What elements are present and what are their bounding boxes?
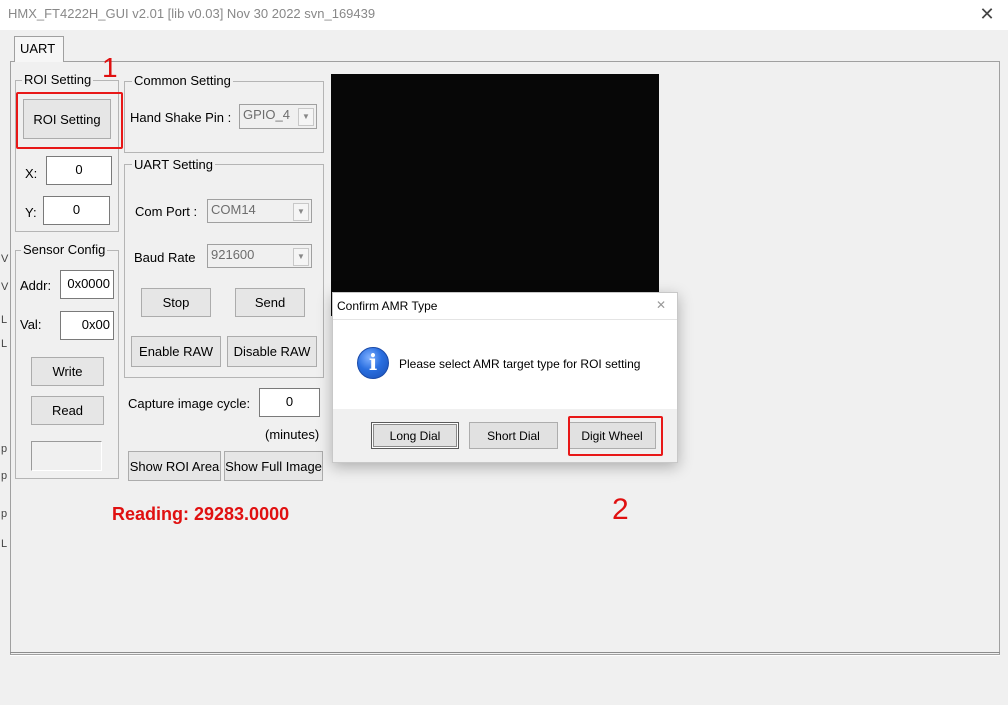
baud-rate-select[interactable]: 921600 ▼: [207, 244, 312, 268]
annotation-step-1: 1: [102, 52, 118, 83]
close-icon: ✕: [655, 298, 667, 312]
roi-y-input[interactable]: 0: [43, 196, 110, 225]
edge-mark: V: [1, 253, 9, 265]
short-dial-button[interactable]: Short Dial: [469, 422, 558, 449]
edge-mark: L: [1, 538, 8, 550]
com-port-label: Com Port :: [135, 204, 198, 219]
val-label: Val:: [20, 317, 42, 332]
image-preview: [331, 74, 659, 316]
common-setting-group-label: Common Setting: [132, 73, 233, 88]
addr-input[interactable]: 0x0000: [60, 270, 114, 299]
read-button[interactable]: Read: [31, 396, 104, 425]
val-input[interactable]: 0x00: [60, 311, 114, 340]
baud-rate-value: 921600: [211, 247, 255, 262]
baud-rate-label: Baud Rate: [134, 250, 196, 265]
chevron-down-icon: ▼: [298, 108, 314, 126]
edge-mark: p: [1, 508, 8, 520]
hand-shake-pin-label: Hand Shake Pin :: [130, 110, 232, 125]
info-icon: i: [357, 347, 389, 379]
window-close-button[interactable]: ✕: [974, 3, 1000, 25]
bottom-divider: [10, 652, 1000, 656]
send-button[interactable]: Send: [235, 288, 305, 317]
close-icon: ✕: [979, 4, 995, 24]
dialog-title: Confirm AMR Type: [337, 299, 438, 313]
dialog-message: Please select AMR target type for ROI se…: [399, 357, 641, 371]
addr-label: Addr:: [20, 278, 52, 293]
dialog-close-button[interactable]: ✕: [652, 295, 670, 315]
roi-x-label: X:: [25, 166, 38, 181]
tab-uart[interactable]: UART: [14, 36, 64, 62]
chevron-down-icon: ▼: [293, 203, 309, 221]
roi-setting-group-label: ROI Setting: [22, 72, 94, 87]
edge-mark: L: [1, 314, 8, 326]
edge-mark: p: [1, 470, 8, 482]
long-dial-button[interactable]: Long Dial: [371, 422, 459, 449]
com-port-value: COM14: [211, 202, 256, 217]
show-roi-area-button[interactable]: Show ROI Area: [128, 451, 221, 481]
annotation-step-2: 2: [612, 493, 629, 526]
edge-mark: L: [1, 338, 8, 350]
hand-shake-pin-select[interactable]: GPIO_4 ▼: [239, 104, 317, 129]
write-button[interactable]: Write: [31, 357, 104, 386]
stop-button[interactable]: Stop: [141, 288, 211, 317]
uart-setting-group-label: UART Setting: [132, 157, 216, 172]
capture-cycle-input[interactable]: 0: [259, 388, 320, 417]
capture-cycle-unit: (minutes): [265, 427, 320, 442]
com-port-select[interactable]: COM14 ▼: [207, 199, 312, 223]
hand-shake-pin-value: GPIO_4: [243, 107, 290, 122]
reading-value: Reading: 29283.0000: [112, 504, 290, 524]
disable-raw-button[interactable]: Disable RAW: [227, 336, 317, 367]
chevron-down-icon: ▼: [293, 248, 309, 266]
enable-raw-button[interactable]: Enable RAW: [131, 336, 221, 367]
sensor-config-group-label: Sensor Config: [21, 242, 108, 257]
roi-setting-button[interactable]: ROI Setting: [23, 99, 111, 139]
roi-y-label: Y:: [25, 205, 37, 220]
roi-x-input[interactable]: 0: [46, 156, 112, 185]
edge-mark: p: [1, 443, 8, 455]
window-title: HMX_FT4222H_GUI v2.01 [lib v0.03] Nov 30…: [8, 6, 376, 21]
edge-mark: V: [1, 281, 9, 293]
show-full-image-button[interactable]: Show Full Image: [224, 451, 323, 481]
sensor-status-field: [31, 441, 102, 471]
capture-cycle-label: Capture image cycle:: [128, 396, 251, 411]
digit-wheel-button[interactable]: Digit Wheel: [568, 422, 656, 449]
dialog-title-separator: [333, 319, 677, 320]
